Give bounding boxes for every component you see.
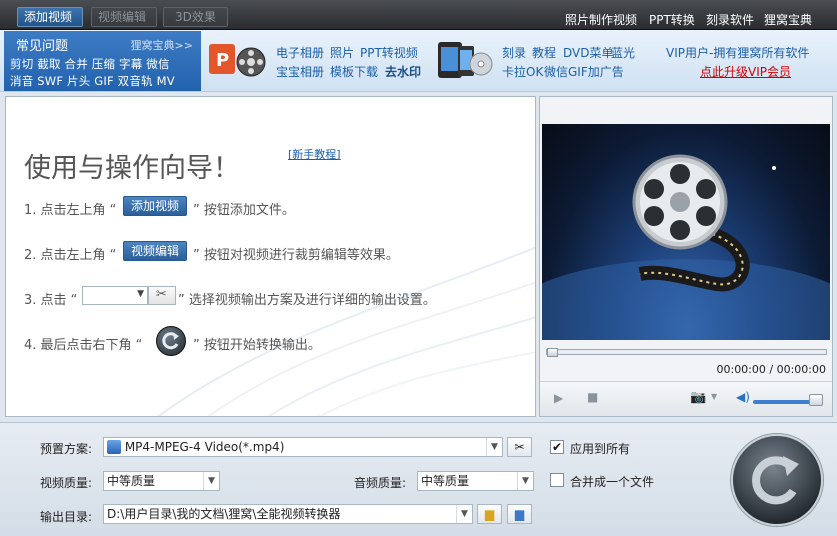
svg-text:P: P	[216, 50, 229, 71]
step-4-convert-button[interactable]	[156, 326, 186, 356]
audio-quality-dropdown[interactable]: 中等质量 ▼	[417, 471, 534, 491]
chevron-down-icon: ▼	[517, 472, 533, 490]
preview-screen	[542, 124, 830, 340]
beginner-tutorial-link[interactable]: [新手教程]	[288, 146, 341, 162]
open-folder-icon: ▆	[514, 507, 525, 521]
step-3-prefix: 3. 点击 “	[24, 293, 78, 308]
chevron-down-icon: ▼	[486, 438, 502, 456]
output-dir-value: D:\用户目录\我的文档\狸窝\全能视频转换器	[107, 507, 341, 521]
step-3-suffix: ” 选择视频输出方案及进行详细的输出设置。	[178, 293, 436, 308]
promo-link-tutorial[interactable]: 教程	[532, 44, 556, 61]
step-2-video-edit-button[interactable]: 视频编辑	[123, 241, 188, 261]
promo-link-ppt-video[interactable]: PPT转视频	[360, 44, 418, 61]
promo-link-wechat-gif[interactable]: 微信GIF加广告	[544, 63, 624, 80]
start-convert-button[interactable]	[731, 434, 823, 526]
chevron-down-icon: ▼	[456, 505, 472, 523]
promo-link-template[interactable]: 模板下载	[330, 63, 378, 80]
promo-link-burn[interactable]: 刻录	[502, 44, 526, 61]
seek-thumb[interactable]	[547, 348, 558, 357]
vip-upgrade-link[interactable]: 点此升级VIP会员	[700, 63, 791, 80]
volume-thumb[interactable]	[809, 394, 823, 406]
step-1-add-video-button[interactable]: 添加视频	[123, 196, 188, 216]
guide-panel: 使用与操作向导！ [新手教程] 1. 点击左上角 “ 添加视频 ” 按钮添加文件…	[5, 96, 536, 417]
faq-title[interactable]: 常见问题	[16, 35, 68, 54]
liwo-guide-link[interactable]: 狸窝宝典	[764, 11, 812, 28]
stop-icon[interactable]: ■	[587, 390, 598, 404]
add-video-button[interactable]: 添加视频	[17, 7, 83, 27]
step-1-suffix: ” 按钮添加文件。	[193, 203, 295, 218]
convert-arrow-icon	[162, 332, 179, 350]
promo-link-album[interactable]: 电子相册	[276, 44, 324, 61]
ppt-film-icon[interactable]: P	[207, 40, 267, 80]
tools-icon: ✂	[514, 440, 525, 454]
promo-link-dvd-menu[interactable]: DVD菜单	[563, 44, 613, 61]
top-toolbar: 添加视频 视频编辑 3D效果 照片制作视频 PPT转换 刻录软件 狸窝宝典	[0, 0, 837, 30]
preset-settings-button[interactable]: ✂	[507, 437, 532, 457]
promo-link-karaoke[interactable]: 卡拉OK	[502, 63, 543, 80]
output-dir-field[interactable]: D:\用户目录\我的文档\狸窝\全能视频转换器 ▼	[103, 504, 473, 524]
folder-icon: ▆	[484, 507, 495, 521]
chevron-down-icon: ▼	[203, 472, 219, 490]
video-quality-dropdown[interactable]: 中等质量 ▼	[103, 471, 220, 491]
player-controls: ▶ ■ 📷 ▼ ◀)	[540, 381, 832, 416]
app-window: 添加视频 视频编辑 3D效果 照片制作视频 PPT转换 刻录软件 狸窝宝典 常见…	[0, 0, 837, 536]
browse-folder-button[interactable]: ▆	[477, 504, 502, 524]
step-1-prefix: 1. 点击左上角 “	[24, 203, 117, 218]
burn-software-link[interactable]: 刻录软件	[706, 11, 754, 28]
step-4-suffix: ” 按钮开始转换输出。	[193, 338, 321, 353]
time-display: 00:00:00 / 00:00:00	[716, 363, 826, 376]
promo-link-photo[interactable]: 照片	[330, 44, 354, 61]
video-quality-value: 中等质量	[107, 474, 156, 488]
video-edit-button[interactable]: 视频编辑	[91, 7, 157, 27]
tools-icon: ✂	[156, 287, 167, 302]
seek-bar[interactable]	[546, 348, 827, 357]
preset-value: MP4-MPEG-4 Video(*.mp4)	[124, 440, 285, 454]
checkmark-icon: ✔	[551, 440, 563, 454]
camera-snapshot-icon[interactable]: 📷	[690, 390, 706, 405]
step-4-prefix: 4. 最后点击右下角 “	[24, 338, 143, 353]
volume-icon[interactable]: ◀)	[736, 390, 750, 404]
step-3-profile-dropdown[interactable]: ▼	[82, 286, 148, 305]
faq-panel: 常见问题 狸窝宝典>> 剪切 截取 合并 压缩 字幕 微信 消音 SWF 片头 …	[4, 31, 201, 91]
3d-effect-button[interactable]: 3D效果	[163, 7, 228, 27]
open-folder-button[interactable]: ▆	[507, 504, 532, 524]
merge-files-label[interactable]: 合并成一个文件	[570, 473, 654, 490]
promo-link-baby-album[interactable]: 宝宝相册	[276, 63, 324, 80]
film-reel-icon	[542, 154, 830, 340]
audio-quality-value: 中等质量	[421, 474, 470, 488]
faq-links-row-2[interactable]: 消音 SWF 片头 GIF 双音轨 MV	[10, 73, 175, 89]
apply-to-all-checkbox[interactable]: ✔	[550, 440, 564, 454]
chevron-down-icon: ▼	[137, 289, 144, 299]
preset-label: 预置方案:	[40, 442, 93, 456]
faq-more-link[interactable]: 狸窝宝典>>	[131, 37, 193, 53]
audio-quality-label: 音频质量:	[354, 476, 407, 490]
vip-description[interactable]: VIP用户-拥有狸窝所有软件	[666, 44, 809, 61]
chevron-down-icon[interactable]: ▼	[711, 392, 717, 401]
play-icon[interactable]: ▶	[554, 391, 563, 405]
merge-files-checkbox[interactable]	[550, 473, 564, 487]
promo-link-remove-watermark[interactable]: 去水印	[385, 63, 421, 80]
output-dir-label: 输出目录:	[40, 510, 93, 524]
convert-arrow-icon	[752, 456, 799, 505]
video-format-icon	[107, 440, 121, 454]
video-quality-label: 视频质量:	[40, 476, 93, 490]
step-2-suffix: ” 按钮对视频进行裁剪编辑等效果。	[193, 248, 399, 263]
preview-player: 00:00:00 / 00:00:00 ▶ ■ 📷 ▼ ◀)	[539, 96, 833, 417]
step-2-prefix: 2. 点击左上角 “	[24, 248, 117, 263]
apply-to-all-label[interactable]: 应用到所有	[570, 440, 630, 457]
ppt-convert-link[interactable]: PPT转换	[649, 11, 695, 28]
step-3-settings-button[interactable]: ✂	[148, 286, 176, 305]
phone-dvd-icon[interactable]	[436, 38, 494, 82]
promo-link-bluray[interactable]: 蓝光	[611, 44, 635, 61]
photo-to-video-link[interactable]: 照片制作视频	[565, 11, 637, 28]
guide-title: 使用与操作向导！	[24, 153, 240, 184]
preset-dropdown[interactable]: MP4-MPEG-4 Video(*.mp4) ▼	[103, 437, 503, 457]
faq-links-row-1[interactable]: 剪切 截取 合并 压缩 字幕 微信	[10, 56, 170, 72]
